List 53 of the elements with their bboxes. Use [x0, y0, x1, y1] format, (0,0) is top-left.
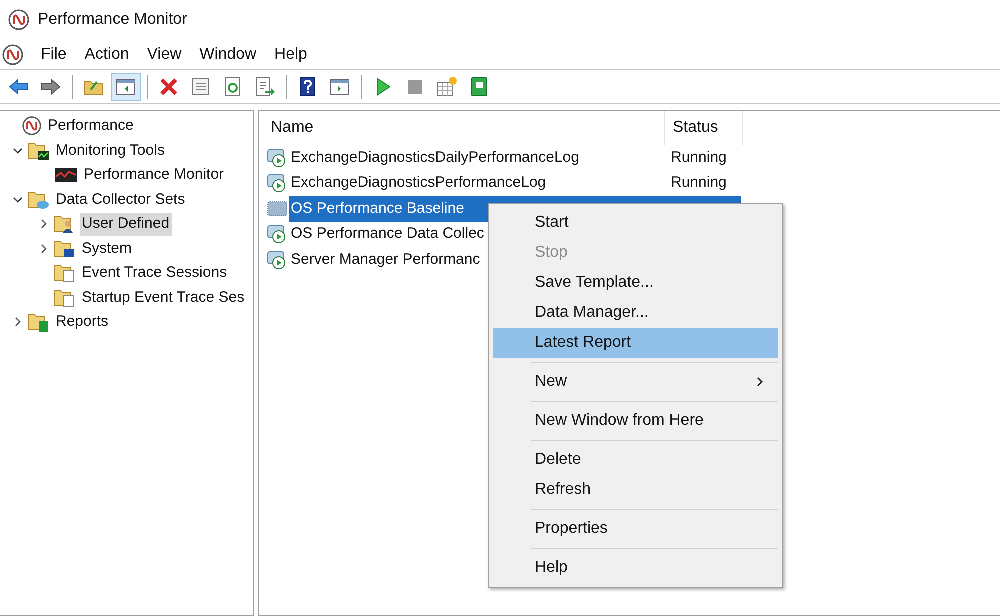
context-menu-item[interactable]: Help [493, 553, 778, 583]
folder-icon [54, 263, 76, 284]
context-menu-item[interactable]: Delete [493, 445, 778, 475]
menu-item[interactable]: View [138, 40, 191, 69]
export-list-icon [254, 76, 276, 98]
new-table-icon [436, 76, 458, 98]
menu-item[interactable]: Action [76, 40, 138, 69]
folder-icon [54, 214, 76, 234]
context-menu-item[interactable]: New [493, 367, 778, 397]
context-menu-item[interactable]: New Window from Here [493, 406, 778, 436]
column-header[interactable]: Name [267, 111, 665, 145]
status-text: Running [671, 173, 727, 193]
status-text: Running [671, 148, 727, 168]
context-menu-item[interactable]: Data Manager... [493, 298, 778, 328]
dotted-template-icon [267, 198, 289, 219]
context-menu-item[interactable]: Refresh [493, 475, 778, 505]
tree-item[interactable]: Data Collector Sets [54, 188, 188, 211]
chevron-right-icon[interactable] [39, 244, 49, 254]
app-logo-icon [22, 116, 42, 136]
tree-item[interactable]: Reports [54, 311, 111, 334]
list-item-name[interactable]: OS Performance Data Collec [291, 223, 484, 246]
tree-item[interactable]: System [80, 238, 134, 260]
menu-item[interactable]: Window [190, 40, 266, 69]
app-logo-icon [8, 9, 30, 31]
tree-item[interactable]: Performance [46, 115, 136, 138]
context-menu-item[interactable]: Properties [493, 514, 778, 544]
folder-icon [54, 238, 76, 259]
menu-item[interactable]: File [32, 40, 76, 69]
folder-icon [28, 312, 50, 332]
column-header[interactable]: Status [665, 111, 743, 145]
window-title: Performance Monitor [38, 10, 188, 30]
chevron-right-icon[interactable] [13, 317, 23, 328]
context-menu-item[interactable]: Save Template... [493, 268, 778, 298]
folder-icon [28, 140, 50, 161]
tree-item[interactable]: Startup Event Trace Ses [80, 286, 247, 309]
list-item-name[interactable]: ExchangeDiagnosticsPerformanceLog [291, 172, 546, 194]
tree-item[interactable]: User Defined [80, 213, 172, 236]
chevron-down-icon[interactable] [13, 146, 23, 156]
context-menu-item[interactable]: Latest Report [493, 328, 778, 358]
tree-item[interactable]: Monitoring Tools [54, 140, 167, 162]
chevron-right-icon[interactable] [39, 219, 49, 230]
menu-item[interactable]: Help [266, 40, 316, 69]
properties-icon [190, 76, 212, 98]
chart-monitor-icon [54, 166, 78, 184]
folder-icon [54, 288, 76, 308]
context-menu-item[interactable]: Start [493, 208, 778, 238]
list-item-name[interactable]: ExchangeDiagnosticsDailyPerformanceLog [291, 146, 580, 169]
tree-item[interactable]: Performance Monitor [82, 164, 226, 186]
chevron-down-icon[interactable] [13, 194, 23, 205]
list-item-name[interactable]: Server Manager Performanc [291, 248, 480, 271]
tree-item[interactable]: Event Trace Sessions [80, 262, 230, 284]
delete-icon [158, 76, 180, 98]
folder-icon [28, 190, 50, 210]
